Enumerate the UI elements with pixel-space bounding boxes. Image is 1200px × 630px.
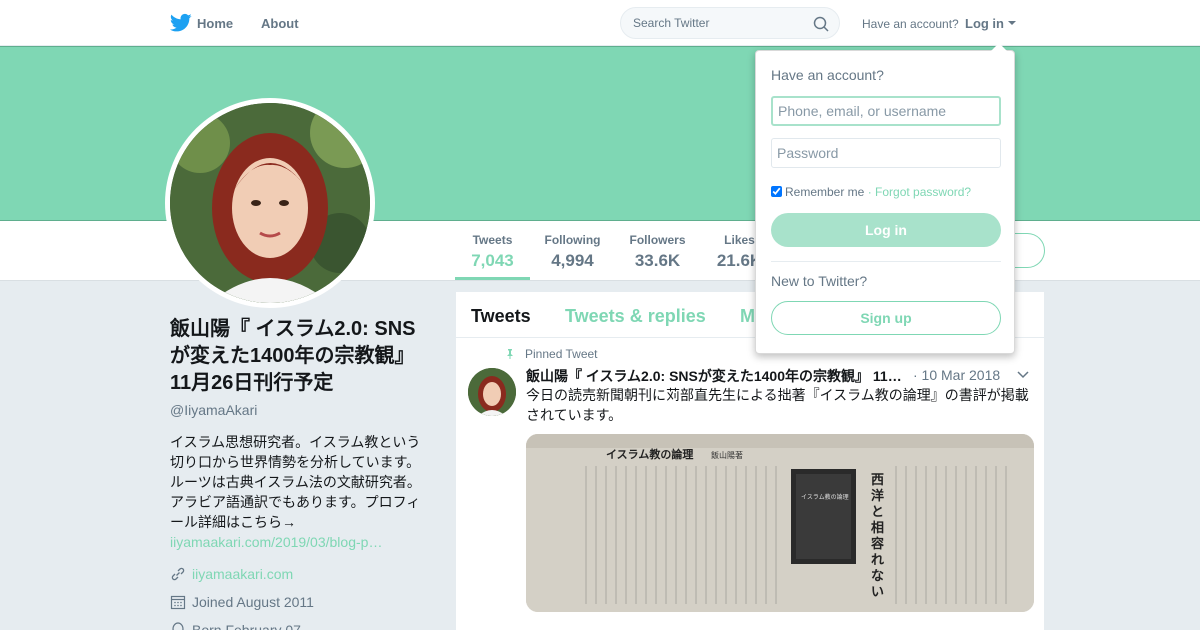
dropdown-arrow [991,43,1007,51]
new-to-twitter-text: New to Twitter? [771,273,868,289]
stat-label: Followers [629,233,686,247]
pin-icon [507,349,513,359]
twitter-bird-icon[interactable] [170,13,192,33]
profile-website-row: iiyamaakari.com [170,566,293,582]
nav-home-link[interactable]: Home [197,16,233,31]
search-box [620,7,840,39]
login-dropdown-toggle[interactable]: Log in [965,16,1004,31]
clip-headline: 西洋と相 容れない [870,473,884,600]
login-button[interactable]: Log in [771,213,1001,247]
login-dropdown: Have an account? Remember me · Forgot pa… [755,43,1015,354]
top-navigation-bar: Home About Have an account? Log in [0,0,1200,46]
joined-date: Joined August 2011 [192,594,314,610]
bio-text: イスラム思想研究者。イスラム教という切り口から世界情勢を分析しています。ルーツは… [170,434,421,530]
tweet-author-name[interactable]: 飯山陽『 イスラム2.0: SNSが変えた1400年の宗教観』 11月26日刊行… [526,366,906,386]
profile-bio: イスラム思想研究者。イスラム教という切り口から世界情勢を分析しています。ルーツは… [170,432,430,552]
profile-avatar[interactable] [165,98,375,308]
pinned-tweet-label: Pinned Tweet [525,347,598,361]
profile-display-name: 飯山陽『 イスラム2.0: SNSが変えた1400年の宗教観』 11月26日刊行… [170,318,416,394]
password-input[interactable] [771,138,1001,168]
newspaper-clipping-illustration: イスラム教の論理 飯山陽著 イスラム教の論理 西洋と相 容れない [526,434,1034,612]
svg-text:と: と [871,505,884,520]
username-input[interactable] [771,96,1001,126]
tweet-avatar[interactable] [468,368,516,416]
profile-joined-row: Joined August 2011 [170,594,314,610]
svg-text:容: 容 [870,536,884,552]
forgot-password-link[interactable]: · Forgot password? [868,185,971,199]
remember-me-checkbox[interactable] [771,186,782,197]
nav-about-link[interactable]: About [261,16,299,31]
clip-book-title: イスラム教の論理 [801,493,849,501]
balloon-icon [172,622,184,630]
divider [771,261,1001,262]
caret-down-icon[interactable] [1008,21,1016,25]
stat-tweets[interactable]: Tweets 7,043 [455,233,530,280]
svg-text:れ: れ [871,553,884,568]
tweet-media-image[interactable]: イスラム教の論理 飯山陽著 イスラム教の論理 西洋と相 容れない [526,434,1034,612]
bio-link[interactable]: iiyamaakari.com/2019/03/blog-p… [170,532,430,552]
stat-label: Tweets [472,233,513,247]
link-icon [171,567,185,581]
tweet-avatar-illustration [468,368,516,416]
calendar-icon [170,595,186,610]
search-icon[interactable] [813,16,829,32]
svg-text:い: い [871,585,884,600]
svg-text:相: 相 [871,520,884,536]
stat-followers[interactable]: Followers 33.6K [625,233,690,271]
have-account-text: Have an account? [862,17,959,31]
stat-value: 7,043 [471,251,514,270]
tab-tweets[interactable]: Tweets [471,306,531,327]
remember-me-label[interactable]: Remember me [785,185,864,199]
svg-text:な: な [871,569,884,584]
profile-handle[interactable]: @IiyamaAkari [170,402,257,418]
clip-subheading: 飯山陽著 [711,450,743,460]
stat-value: 4,994 [551,251,594,270]
tab-tweets-replies[interactable]: Tweets & replies [565,306,706,327]
remember-me-row: Remember me · Forgot password? [771,185,971,199]
signup-button[interactable]: Sign up [771,301,1001,335]
clip-heading: イスラム教の論理 [606,447,693,461]
avatar-illustration [170,103,370,303]
stat-label: Following [544,233,601,247]
chevron-down-icon[interactable] [1016,368,1030,382]
stat-following[interactable]: Following 4,994 [540,233,605,271]
tweet-text: 今日の読売新聞朝刊に苅部直先生による拙著『イスラム教の論理』の書評が掲載されてい… [526,387,1029,423]
svg-text:西: 西 [871,473,884,488]
profile-born-row: Born February 07 [170,622,301,630]
search-input[interactable] [633,16,803,30]
stat-value: 33.6K [634,251,681,270]
avatar-photo [170,103,370,303]
svg-text:洋: 洋 [871,488,884,504]
login-dropdown-title: Have an account? [771,67,884,83]
tweet-timestamp[interactable]: · 10 Mar 2018 [913,367,1000,383]
website-link[interactable]: iiyamaakari.com [192,566,293,582]
born-date: Born February 07 [192,622,301,630]
